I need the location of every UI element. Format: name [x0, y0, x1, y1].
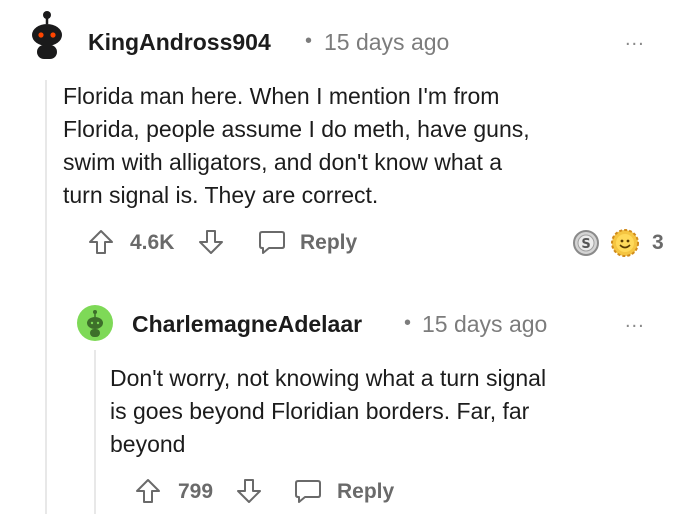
vote-count: 799 [178, 480, 214, 503]
thread-line-reply [94, 350, 96, 514]
comment-line: Florida man here. When I mention I'm fro… [63, 83, 500, 109]
snoo-avatar-icon [32, 11, 62, 59]
comment-author[interactable]: KingAndross904 [88, 29, 271, 56]
comment-line: swim with alligators, and don't know wha… [63, 149, 503, 175]
reply-avatar[interactable] [77, 305, 113, 341]
downvote-arrow-icon [199, 230, 223, 254]
upvote-button[interactable] [88, 229, 114, 255]
avatar[interactable] [26, 10, 68, 62]
reply-button[interactable]: Reply [294, 478, 404, 506]
reply-label: Reply [300, 231, 358, 254]
thread-line-top [45, 80, 47, 514]
comment-timestamp: 15 days ago [324, 29, 450, 55]
upvote-arrow-icon [136, 479, 160, 503]
silver-award-icon: S [573, 230, 599, 256]
snoo-avatar-icon [77, 305, 113, 341]
more-options-button[interactable]: ... [625, 310, 645, 333]
meta-separator: • [404, 312, 412, 334]
comment-bubble-icon [259, 231, 285, 254]
comment-line: Florida, people assume I do meth, have g… [63, 116, 530, 142]
upvote-arrow-icon [89, 230, 113, 254]
upvote-button[interactable] [135, 478, 161, 504]
comment-body: Florida man here. When I mention I'm fro… [63, 80, 530, 212]
comment-bubble-icon [295, 480, 321, 503]
comment-author[interactable]: CharlemagneAdelaar [132, 311, 362, 338]
downvote-button[interactable] [236, 478, 262, 504]
meta-separator: • [305, 30, 313, 52]
comment-body: Don't worry, not knowing what a turn sig… [110, 362, 546, 461]
downvote-button[interactable] [198, 229, 224, 255]
comment-line: Don't worry, not knowing what a turn sig… [110, 365, 547, 391]
more-options-button[interactable]: ... [625, 28, 645, 51]
reply-label: Reply [337, 480, 395, 503]
comment-line: beyond [110, 431, 186, 457]
wholesome-award-icon [611, 229, 639, 257]
award-count: 3 [652, 231, 664, 254]
reply-button[interactable]: Reply [258, 229, 368, 257]
svg-text:S: S [581, 237, 590, 252]
comment-line: turn signal is. They are correct. [63, 182, 379, 208]
awards[interactable]: S 3 [572, 227, 672, 259]
comment-timestamp: 15 days ago [422, 311, 548, 337]
comment-line: is goes beyond Floridian borders. Far, f… [110, 398, 530, 424]
vote-count: 4.6K [130, 231, 175, 254]
downvote-arrow-icon [237, 479, 261, 503]
